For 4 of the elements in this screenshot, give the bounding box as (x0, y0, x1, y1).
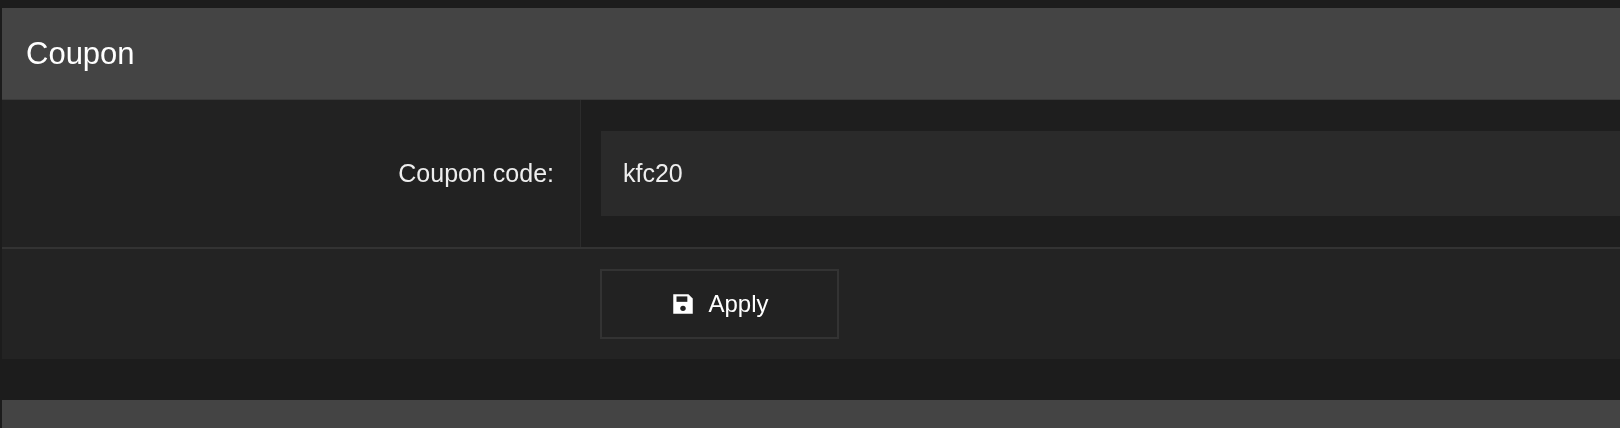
panel-title: Coupon (26, 35, 135, 72)
field-label: Coupon code: (398, 159, 554, 188)
apply-button[interactable]: Apply (600, 269, 839, 339)
coupon-code-field[interactable]: kfc20 (601, 131, 1620, 216)
